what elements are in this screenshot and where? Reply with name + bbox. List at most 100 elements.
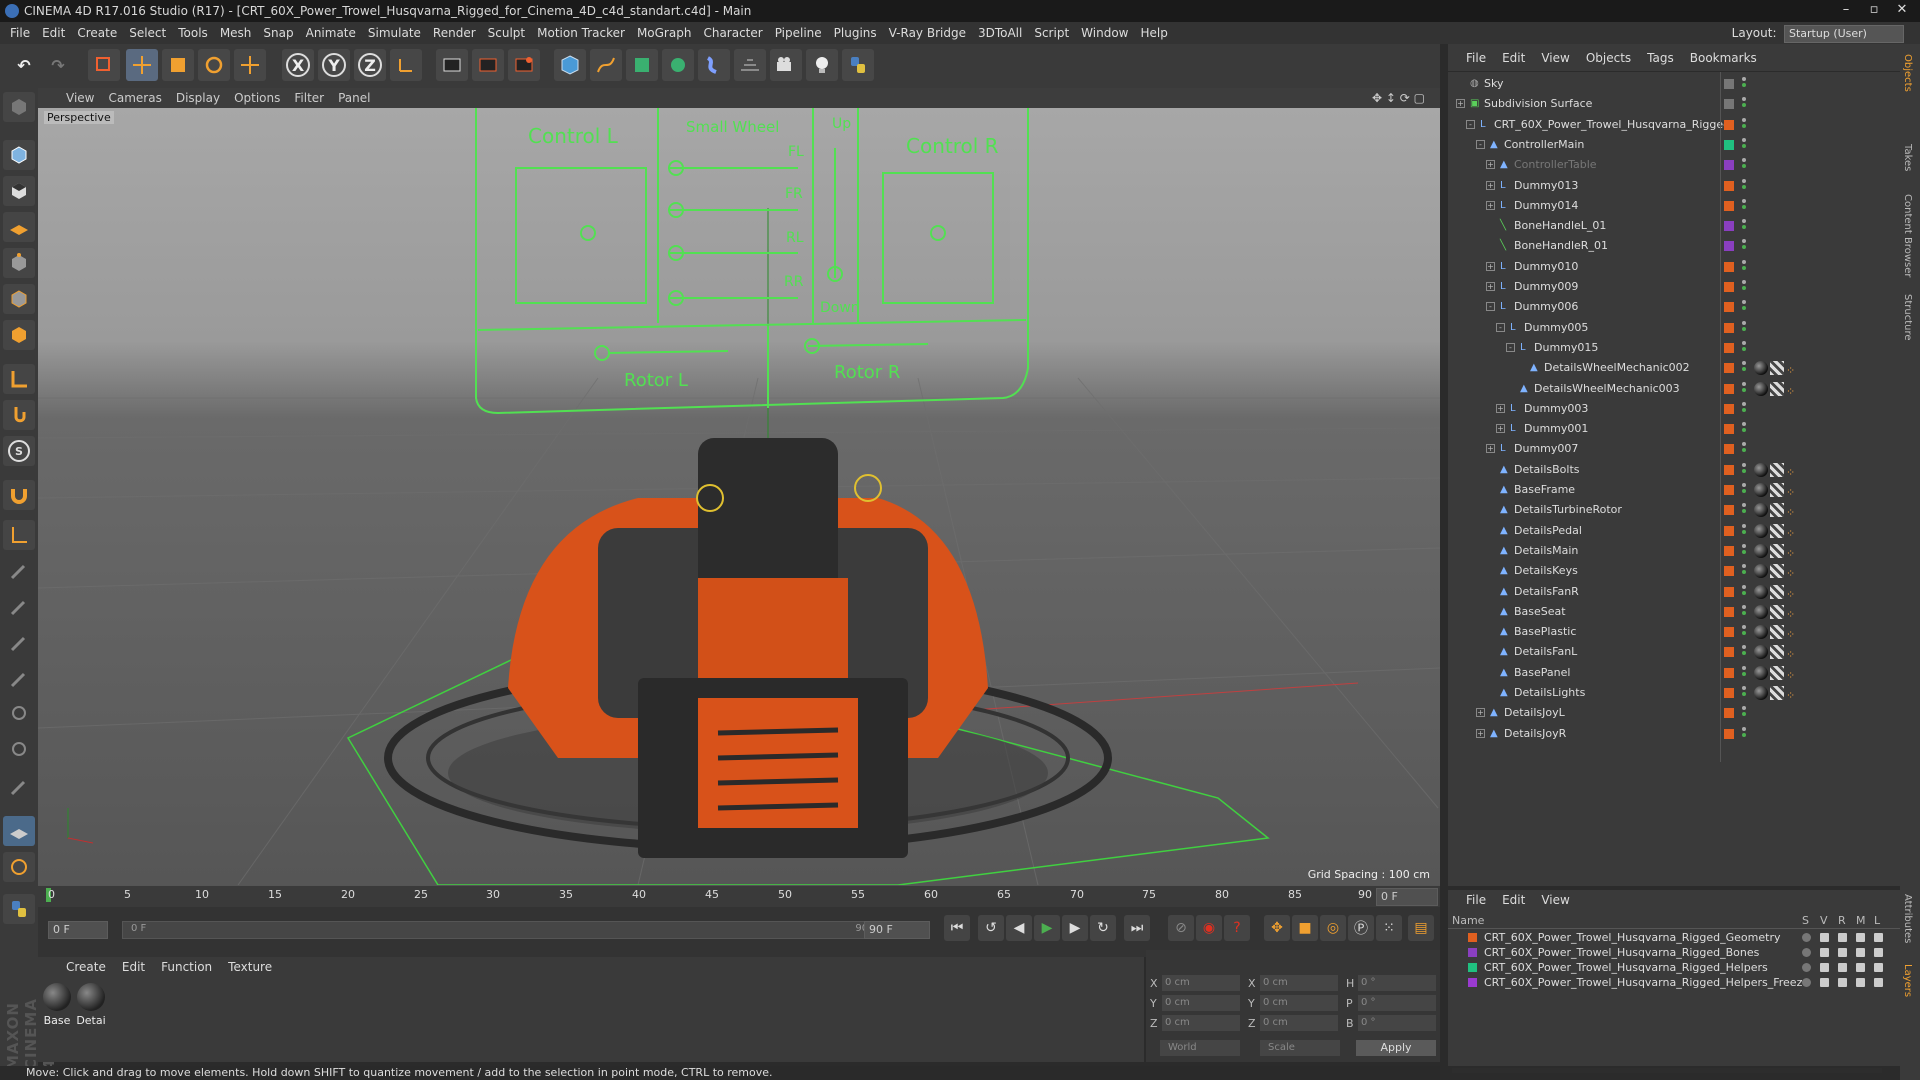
object-name[interactable]: ControllerMain bbox=[1504, 135, 1584, 155]
material-tag-icon[interactable] bbox=[1754, 665, 1768, 680]
grid-snap-icon[interactable] bbox=[3, 816, 35, 846]
material-tag-icon[interactable] bbox=[1754, 584, 1768, 599]
object-row[interactable]: + ▲ ControllerTable bbox=[1448, 155, 1900, 175]
go-to-start-icon[interactable]: ⏮ bbox=[944, 915, 970, 941]
edges-mode-icon[interactable] bbox=[3, 284, 35, 314]
selection-tag-icon[interactable]: ⁘ bbox=[1786, 666, 1796, 682]
menu-tools[interactable]: Tools bbox=[178, 22, 208, 44]
brush-s-tool-icon[interactable] bbox=[3, 664, 35, 694]
tab-structure[interactable]: Structure bbox=[1902, 294, 1913, 341]
selection-tag-icon[interactable]: ⁘ bbox=[1786, 544, 1796, 560]
selection-tag-icon[interactable]: ⁘ bbox=[1786, 625, 1796, 641]
object-name[interactable]: Sky bbox=[1484, 74, 1503, 94]
layer-visible-icon[interactable] bbox=[1820, 978, 1829, 987]
layer-color-swatch[interactable] bbox=[1724, 221, 1734, 232]
visibility-dots-icon[interactable] bbox=[1742, 706, 1748, 720]
menu-file[interactable]: File bbox=[10, 22, 30, 44]
rotation-p-field[interactable]: 0 ° bbox=[1358, 995, 1436, 1011]
z-axis-lock-button[interactable]: Z bbox=[354, 49, 386, 81]
python-script-icon[interactable] bbox=[842, 49, 874, 81]
visibility-dots-icon[interactable] bbox=[1742, 625, 1748, 639]
current-frame-field[interactable]: 0 F bbox=[1376, 888, 1438, 906]
layer-color-swatch[interactable] bbox=[1724, 728, 1734, 739]
layer-row[interactable]: CRT_60X_Power_Trowel_Husqvarna_Rigged_Bo… bbox=[1448, 945, 1900, 960]
object-name[interactable]: DetailsWheelMechanic002 bbox=[1544, 358, 1690, 378]
visibility-dots-icon[interactable] bbox=[1742, 178, 1748, 193]
layer-color-swatch[interactable] bbox=[1724, 464, 1734, 475]
key-scale-icon[interactable]: ■ bbox=[1292, 915, 1318, 941]
object-row[interactable]: ╲ BoneHandleL_01 bbox=[1448, 216, 1900, 236]
close-button[interactable]: ✕ bbox=[1888, 0, 1916, 20]
points-mode-icon[interactable] bbox=[3, 248, 35, 278]
visibility-dots-icon[interactable] bbox=[1742, 137, 1748, 152]
material-tag-icon[interactable] bbox=[1754, 462, 1768, 477]
key-point-level-icon[interactable]: ⁙ bbox=[1376, 915, 1402, 941]
render-picture-viewer-icon[interactable] bbox=[472, 49, 504, 81]
collapse-icon[interactable]: - bbox=[1506, 342, 1515, 352]
object-name[interactable]: Dummy010 bbox=[1514, 257, 1578, 277]
object-row[interactable]: ▲ DetailsPedal ⁘ bbox=[1448, 521, 1900, 541]
material-menu-create[interactable]: Create bbox=[66, 960, 106, 974]
visibility-dots-icon[interactable] bbox=[1742, 726, 1748, 741]
visibility-dots-icon[interactable] bbox=[1742, 97, 1748, 111]
object-row[interactable]: + L Dummy009 bbox=[1448, 277, 1900, 297]
object-row[interactable]: + ▲ DetailsJoyL bbox=[1448, 703, 1900, 723]
expand-icon[interactable]: + bbox=[1496, 424, 1505, 434]
visibility-dots-icon[interactable] bbox=[1742, 158, 1748, 172]
layer-color-swatch[interactable] bbox=[1724, 525, 1734, 536]
object-name[interactable]: Dummy006 bbox=[1514, 297, 1578, 317]
visibility-dots-icon[interactable] bbox=[1742, 462, 1748, 477]
object-name[interactable]: Dummy003 bbox=[1524, 399, 1588, 419]
object-row[interactable]: + L Dummy007 bbox=[1448, 439, 1900, 459]
record-keys-icon[interactable]: ⊘ bbox=[1168, 915, 1194, 941]
previous-key-icon[interactable]: ↺ bbox=[978, 915, 1004, 941]
object-row[interactable]: ╲ BoneHandleR_01 bbox=[1448, 236, 1900, 256]
expand-icon[interactable]: + bbox=[1496, 403, 1505, 413]
x-axis-lock-button[interactable]: X bbox=[282, 49, 314, 81]
object-row[interactable]: + L Dummy010 bbox=[1448, 257, 1900, 277]
position-y-field[interactable]: 0 cm bbox=[1162, 995, 1240, 1011]
menu-window[interactable]: Window bbox=[1081, 22, 1128, 44]
viewport-menu-cameras[interactable]: Cameras bbox=[108, 91, 161, 105]
layer-color-swatch[interactable] bbox=[1724, 180, 1734, 191]
material-tag-icon[interactable] bbox=[1754, 564, 1768, 579]
object-row[interactable]: ▲ DetailsKeys ⁘ bbox=[1448, 561, 1900, 581]
object-name[interactable]: BoneHandleL_01 bbox=[1514, 216, 1606, 236]
object-name[interactable]: DetailsJoyL bbox=[1504, 703, 1565, 723]
material-tag-icon[interactable] bbox=[1754, 543, 1768, 558]
object-name[interactable]: DetailsTurbineRotor bbox=[1514, 500, 1622, 520]
layer-color-swatch[interactable] bbox=[1724, 403, 1734, 414]
object-name[interactable]: Subdivision Surface bbox=[1484, 94, 1592, 114]
material-tag-icon[interactable] bbox=[1754, 625, 1768, 640]
material-tag-icon[interactable] bbox=[1754, 483, 1768, 497]
timeline-window-icon[interactable]: ▤ bbox=[1408, 915, 1434, 941]
visibility-dots-icon[interactable] bbox=[1742, 543, 1748, 558]
apply-button[interactable]: Apply bbox=[1356, 1040, 1436, 1056]
spline-pen-icon[interactable] bbox=[590, 49, 622, 81]
layer-color-icon[interactable] bbox=[1468, 978, 1477, 987]
object-name[interactable]: DetailsFanL bbox=[1514, 642, 1577, 662]
texture-tag-icon[interactable] bbox=[1770, 483, 1784, 497]
end-frame-field[interactable]: 90 F bbox=[864, 921, 930, 939]
tab-layers[interactable]: Layers bbox=[1902, 964, 1913, 997]
rotate-tool-icon[interactable] bbox=[198, 49, 230, 81]
rotation-b-field[interactable]: 0 ° bbox=[1358, 1015, 1436, 1031]
object-row[interactable]: + L Dummy003 bbox=[1448, 399, 1900, 419]
menu-3dtoall[interactable]: 3DToAll bbox=[978, 22, 1022, 44]
texture-tag-icon[interactable] bbox=[1770, 381, 1784, 396]
layer-lock-icon[interactable] bbox=[1874, 978, 1883, 987]
layer-color-swatch[interactable] bbox=[1724, 505, 1734, 516]
collapse-icon[interactable]: - bbox=[1486, 302, 1495, 312]
layer-menu-file[interactable]: File bbox=[1466, 893, 1486, 907]
menu-sculpt[interactable]: Sculpt bbox=[488, 22, 525, 44]
menu-simulate[interactable]: Simulate bbox=[368, 22, 421, 44]
object-row[interactable]: ▲ BasePanel ⁘ bbox=[1448, 663, 1900, 683]
layer-color-swatch[interactable] bbox=[1724, 627, 1734, 638]
object-name[interactable]: DetailsWheelMechanic003 bbox=[1534, 379, 1680, 399]
object-row[interactable]: ▲ BaseSeat ⁘ bbox=[1448, 602, 1900, 622]
collapse-icon[interactable]: - bbox=[1476, 139, 1485, 149]
texture-tag-icon[interactable] bbox=[1770, 503, 1784, 518]
texture-tag-icon[interactable] bbox=[1770, 645, 1784, 660]
brush-p-tool-icon[interactable] bbox=[3, 592, 35, 622]
texture-tag-icon[interactable] bbox=[1770, 584, 1784, 599]
